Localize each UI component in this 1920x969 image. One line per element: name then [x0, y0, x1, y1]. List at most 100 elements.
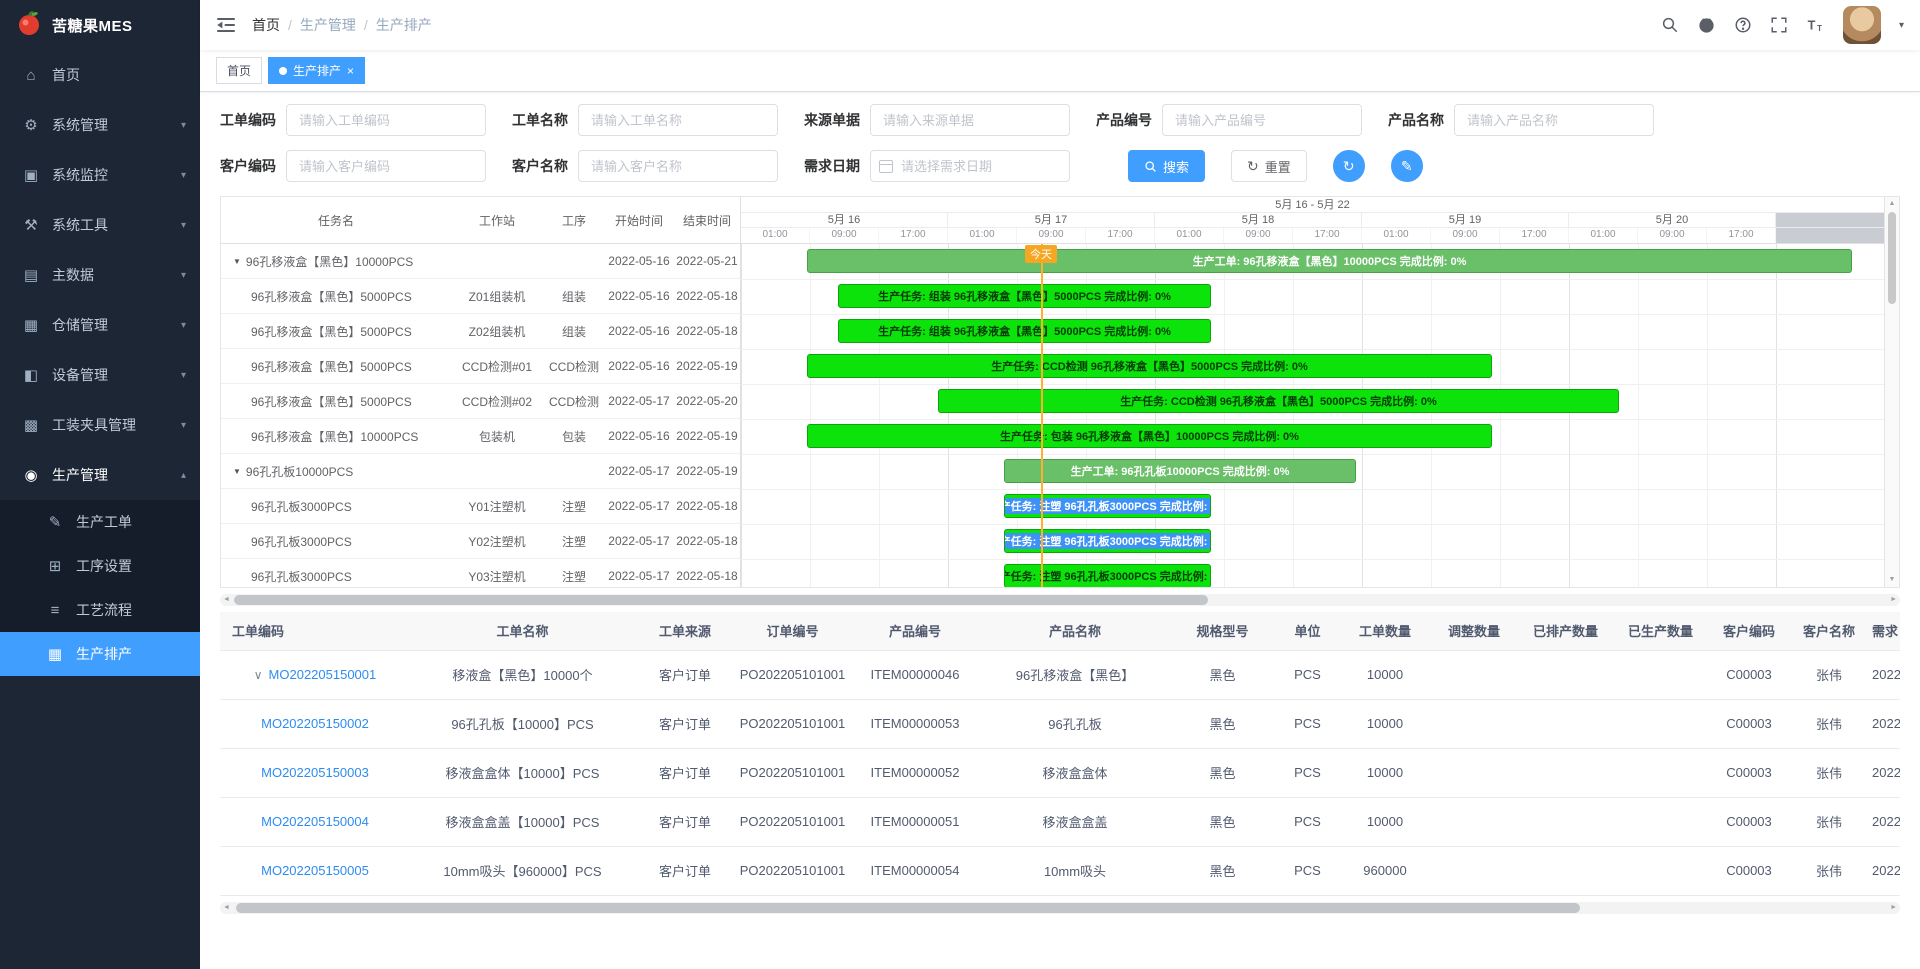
gantt-task-row[interactable]: 96孔移液盒【黑色】5000PCSCCD检测#01CCD检测2022-05-16…	[221, 349, 740, 384]
workorder-bar[interactable]: 生产工单: 96孔移液盒【黑色】10000PCS 完成比例: 0%	[807, 249, 1852, 273]
sidebar-subitem-1[interactable]: ⊞工序设置	[0, 544, 200, 588]
logo[interactable]: 苦糖果MES	[0, 0, 200, 50]
orders-col-header: 产品名称	[980, 612, 1170, 650]
gantt-task-row[interactable]: 96孔移液盒【黑色】5000PCSZ02组装机组装2022-05-162022-…	[221, 314, 740, 349]
order-code-link[interactable]: MO202205150005	[261, 863, 369, 878]
search-button[interactable]: 搜索	[1128, 150, 1205, 182]
search-icon[interactable]	[1661, 16, 1679, 34]
edit-circle-button[interactable]: ✎	[1391, 150, 1423, 182]
order-cell: 移液盒盒盖	[980, 797, 1170, 846]
order-row[interactable]: MO202205150004移液盒盒盖【10000】PCS客户订单PO20220…	[220, 797, 1900, 846]
sidebar-subitem-0[interactable]: ✎生产工单	[0, 500, 200, 544]
order-code-link[interactable]: MO202205150002	[261, 716, 369, 731]
task-cell: 2022-05-16	[605, 289, 673, 303]
task-name-cell: ▼96孔孔板10000PCS	[221, 463, 451, 480]
filter-field: 产品名称	[1388, 104, 1654, 136]
sidebar-item-2[interactable]: ▣系统监控▾	[0, 150, 200, 200]
sidebar-item-8[interactable]: ◉生产管理▴	[0, 450, 200, 500]
scroll-right-icon[interactable]: ►	[1890, 596, 1897, 603]
scroll-up-icon[interactable]: ▲	[1889, 199, 1896, 209]
task-bar[interactable]: 生产任务: CCD检测 96孔移液盒【黑色】5000PCS 完成比例: 0%	[807, 354, 1492, 378]
order-cell: ITEM00000054	[850, 846, 980, 895]
tab-close-icon[interactable]: ×	[347, 65, 354, 77]
gantt-task-row[interactable]: 96孔孔板3000PCSY01注塑机注塑2022-05-172022-05-18	[221, 489, 740, 524]
tree-expand-icon[interactable]: ▼	[233, 467, 241, 476]
filter-input[interactable]	[286, 150, 486, 182]
filter-form: 工单编码工单名称来源单据产品编号产品名称客户编码客户名称需求日期搜索↻重置↻✎	[220, 104, 1900, 182]
order-row[interactable]: MO20220515000296孔孔板【10000】PCS客户订单PO20220…	[220, 699, 1900, 748]
sidebar-item-7[interactable]: ▩工装夹具管理▾	[0, 400, 200, 450]
filter-input[interactable]	[870, 104, 1070, 136]
gantt-task-row[interactable]: 96孔孔板3000PCSY03注塑机注塑2022-05-172022-05-18	[221, 559, 740, 587]
order-code-link[interactable]: MO202205150001	[269, 667, 377, 682]
demand-date-input[interactable]	[870, 150, 1070, 182]
order-row[interactable]: MO20220515000510mm吸头【960000】PCS客户订单PO202…	[220, 846, 1900, 895]
task-bar[interactable]: 生产任务: 注塑 96孔孔板3000PCS 完成比例: 0%	[1004, 529, 1211, 553]
font-size-icon[interactable]: T T	[1806, 16, 1825, 35]
gantt-task-row[interactable]: ▼96孔移液盒【黑色】10000PCS2022-05-162022-05-21	[221, 244, 740, 279]
reset-button[interactable]: ↻重置	[1231, 150, 1307, 182]
filter-input[interactable]	[578, 150, 778, 182]
orders-horizontal-scrollbar[interactable]: ◄ ►	[220, 902, 1900, 914]
github-icon[interactable]	[1697, 16, 1716, 35]
sidebar-toggle-icon[interactable]	[216, 15, 236, 35]
horizontal-scrollbar-thumb[interactable]	[234, 595, 1208, 605]
task-bar[interactable]: 生产任务: 注塑 96孔孔板3000PCS 完成比例: 0%	[1004, 494, 1211, 518]
search-icon	[1144, 160, 1157, 173]
sidebar-item-0[interactable]: ⌂首页	[0, 50, 200, 100]
sidebar-subitem-3[interactable]: ▦生产排产	[0, 632, 200, 676]
gantt-task-row[interactable]: 96孔移液盒【黑色】5000PCSCCD检测#02CCD检测2022-05-17…	[221, 384, 740, 419]
task-bar[interactable]: 生产任务: 包装 96孔移液盒【黑色】10000PCS 完成比例: 0%	[807, 424, 1492, 448]
breadcrumb-item[interactable]: 首页	[252, 15, 280, 35]
task-bar[interactable]: 生产任务: 组装 96孔移液盒【黑色】5000PCS 完成比例: 0%	[838, 284, 1211, 308]
scroll-down-icon[interactable]: ▼	[1889, 575, 1896, 585]
horizontal-scrollbar-thumb[interactable]	[236, 903, 1580, 913]
order-cell: PCS	[1275, 650, 1340, 699]
order-cell: PO202205101001	[735, 748, 850, 797]
tab-0[interactable]: 首页	[216, 57, 262, 84]
scroll-left-icon[interactable]: ◄	[223, 904, 230, 911]
order-cell	[1518, 748, 1613, 797]
task-cell: Z01组装机	[451, 288, 543, 305]
avatar-caret-icon[interactable]: ▾	[1899, 20, 1904, 31]
sidebar-item-4[interactable]: ▤主数据▾	[0, 250, 200, 300]
sidebar-item-1[interactable]: ⚙系统管理▾	[0, 100, 200, 150]
row-expand-icon[interactable]: ∨	[254, 668, 263, 682]
refresh-circle-button[interactable]: ↻	[1333, 150, 1365, 182]
gantt-task-row[interactable]: ▼96孔孔板10000PCS2022-05-172022-05-19	[221, 454, 740, 489]
filter-input[interactable]	[286, 104, 486, 136]
gantt-day-label: 5月 18	[1155, 213, 1362, 227]
gantt-horizontal-scrollbar[interactable]: ◄ ►	[220, 594, 1900, 606]
help-icon[interactable]	[1734, 16, 1752, 34]
filter-input[interactable]	[1162, 104, 1362, 136]
filter-input[interactable]	[578, 104, 778, 136]
task-bar[interactable]: 生产任务: 组装 96孔移液盒【黑色】5000PCS 完成比例: 0%	[838, 319, 1211, 343]
vertical-scrollbar-thumb[interactable]	[1888, 212, 1896, 304]
scroll-left-icon[interactable]: ◄	[223, 596, 230, 603]
gantt-task-row[interactable]: 96孔移液盒【黑色】10000PCS包装机包装2022-05-162022-05…	[221, 419, 740, 454]
order-row[interactable]: MO202205150003移液盒盒体【10000】PCS客户订单PO20220…	[220, 748, 1900, 797]
order-cell: ITEM00000051	[850, 797, 980, 846]
order-row[interactable]: ∨MO202205150001移液盒【黑色】10000个客户订单PO202205…	[220, 650, 1900, 699]
sidebar-item-5[interactable]: ▦仓储管理▾	[0, 300, 200, 350]
gantt-task-row[interactable]: 96孔移液盒【黑色】5000PCSZ01组装机组装2022-05-162022-…	[221, 279, 740, 314]
tree-expand-icon[interactable]: ▼	[233, 257, 241, 266]
sidebar-subitem-2[interactable]: ≡工艺流程	[0, 588, 200, 632]
fullscreen-icon[interactable]	[1770, 16, 1788, 34]
sidebar-item-3[interactable]: ⚒系统工具▾	[0, 200, 200, 250]
avatar[interactable]	[1843, 6, 1881, 44]
gantt-vertical-scrollbar[interactable]: ▲ ▼	[1884, 197, 1899, 587]
tab-1[interactable]: 生产排产×	[268, 57, 365, 84]
task-cell: Z02组装机	[451, 323, 543, 340]
task-bar[interactable]: 生产任务: 注塑 96孔孔板3000PCS 完成比例: 0%	[1004, 564, 1211, 587]
grid-row-line	[741, 489, 1884, 490]
order-code-link[interactable]: MO202205150004	[261, 814, 369, 829]
workorder-bar[interactable]: 生产工单: 96孔孔板10000PCS 完成比例: 0%	[1004, 459, 1356, 483]
filter-input[interactable]	[1454, 104, 1654, 136]
scroll-right-icon[interactable]: ►	[1890, 904, 1897, 911]
sidebar-item-label: 生产管理	[52, 465, 181, 485]
sidebar-item-6[interactable]: ◧设备管理▾	[0, 350, 200, 400]
gantt-task-row[interactable]: 96孔孔板3000PCSY02注塑机注塑2022-05-172022-05-18	[221, 524, 740, 559]
order-code-link[interactable]: MO202205150003	[261, 765, 369, 780]
home-icon: ⌂	[20, 67, 42, 84]
